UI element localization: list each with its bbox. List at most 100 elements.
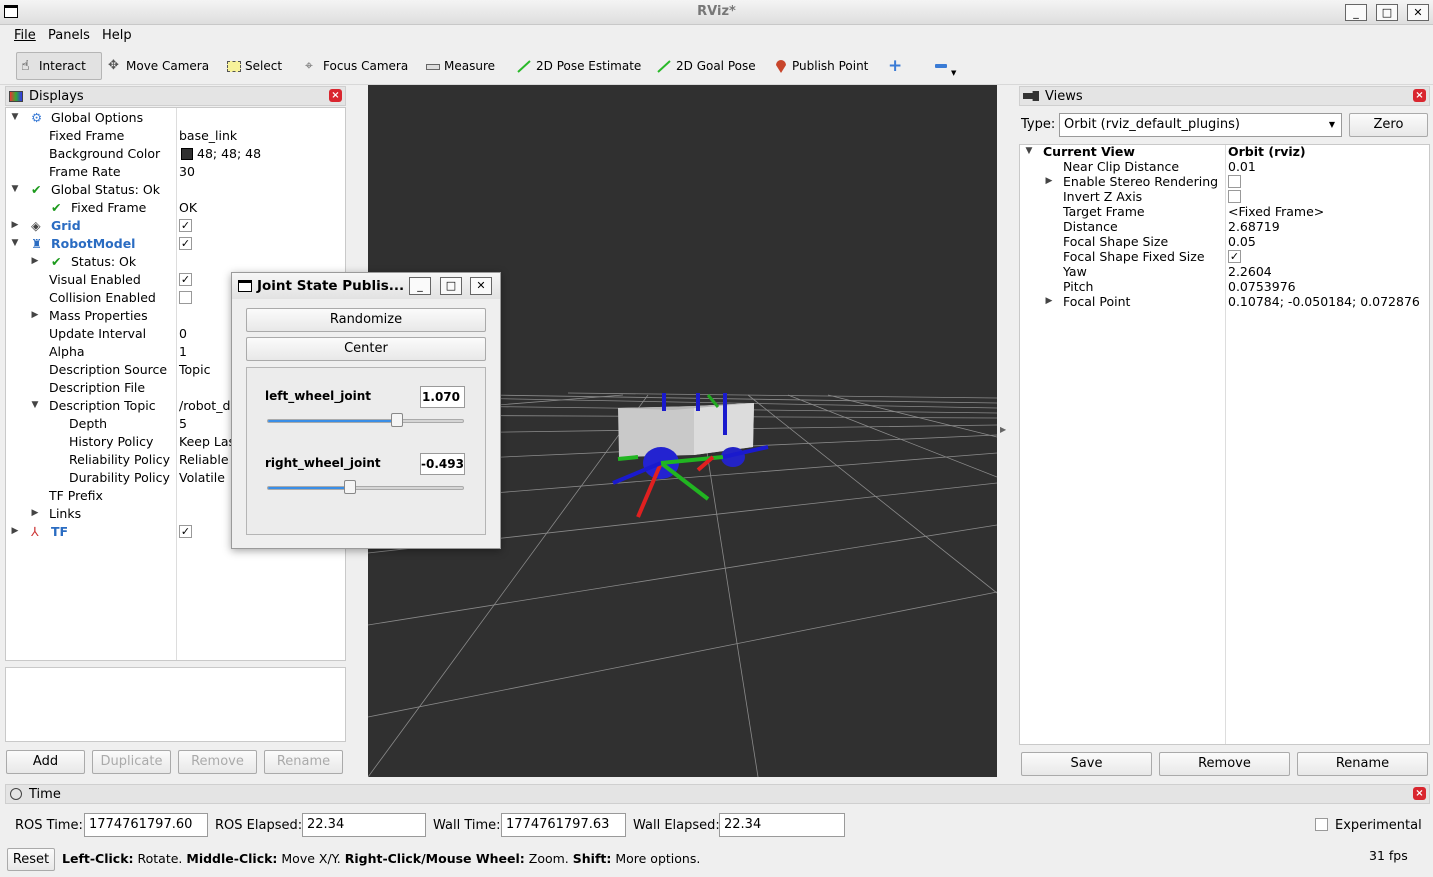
view-property-label[interactable]: Focal Shape Size — [1063, 234, 1168, 249]
close-button[interactable]: ✕ — [1407, 4, 1429, 21]
expand-arrow-icon[interactable]: ▼ — [1024, 146, 1034, 156]
display-property-label[interactable]: Description File — [49, 379, 145, 397]
wall-time-field[interactable]: 1774761797.63 — [501, 813, 626, 837]
display-property-label[interactable]: TF — [51, 523, 68, 541]
publish-point-tool[interactable]: Publish Point — [770, 52, 872, 80]
display-property-label[interactable]: RobotModel — [51, 235, 135, 253]
display-property-label[interactable]: Global Options — [51, 109, 143, 127]
randomize-button[interactable]: Randomize — [246, 308, 486, 332]
joint-slider[interactable] — [267, 413, 464, 427]
remove-tool-button[interactable]: ▼ — [931, 52, 960, 80]
display-property-label[interactable]: TF Prefix — [49, 487, 103, 505]
slider-handle[interactable] — [390, 413, 403, 427]
view-option-checkbox[interactable] — [1228, 175, 1241, 188]
expand-arrow-icon[interactable]: ▶ — [30, 310, 40, 320]
slider-handle[interactable] — [343, 480, 356, 494]
view-property-value[interactable]: <Fixed Frame> — [1228, 204, 1324, 219]
display-property-value[interactable]: 1 — [179, 343, 187, 361]
ros-time-field[interactable]: 1774761797.60 — [84, 813, 208, 837]
remove-display-button[interactable]: Remove — [178, 750, 257, 774]
view-property-label[interactable]: Focal Point — [1063, 294, 1130, 309]
enabled-checkbox[interactable]: ✓ — [179, 237, 192, 250]
view-property-label[interactable]: Invert Z Axis — [1063, 189, 1142, 204]
reset-button[interactable]: Reset — [7, 848, 55, 871]
experimental-checkbox[interactable] — [1315, 818, 1328, 831]
displays-close-icon[interactable]: × — [329, 89, 342, 102]
add-tool-button[interactable]: + — [884, 52, 906, 80]
interact-tool[interactable]: ☝ Interact — [16, 52, 102, 80]
enabled-checkbox[interactable]: ✓ — [179, 219, 192, 232]
views-tree[interactable]: ▼ Current View Orbit (rviz) Near Clip Di… — [1019, 144, 1430, 745]
view-option-checkbox[interactable]: ✓ — [1228, 250, 1241, 263]
time-close-icon[interactable]: × — [1413, 787, 1426, 800]
joint-slider[interactable] — [267, 480, 464, 494]
display-property-label[interactable]: Update Interval — [49, 325, 146, 343]
color-swatch[interactable] — [181, 148, 193, 160]
expand-arrow-icon[interactable]: ▶ — [10, 220, 20, 230]
jsp-close-button[interactable]: ✕ — [470, 277, 492, 295]
display-property-label[interactable]: Fixed Frame — [49, 127, 124, 145]
rename-view-button[interactable]: Rename — [1297, 752, 1428, 776]
move-camera-tool[interactable]: ✥ Move Camera — [104, 52, 213, 80]
expand-arrow-icon[interactable]: ▶ — [10, 526, 20, 536]
display-property-label[interactable]: Alpha — [49, 343, 85, 361]
display-property-label[interactable]: Mass Properties — [49, 307, 148, 325]
rename-display-button[interactable]: Rename — [264, 750, 343, 774]
view-property-value[interactable]: 0.05 — [1228, 234, 1256, 249]
joint-value-field[interactable]: 1.070 — [420, 386, 465, 408]
add-display-button[interactable]: Add — [6, 750, 85, 774]
view-property-label[interactable]: Enable Stereo Rendering — [1063, 174, 1218, 189]
minimize-button[interactable]: _ — [1345, 4, 1367, 21]
menu-panels[interactable]: Panels — [48, 28, 90, 43]
display-property-value[interactable]: 5 — [179, 415, 187, 433]
display-property-value[interactable]: OK — [179, 199, 197, 217]
view-type-select[interactable]: Orbit (rviz_default_plugins) ▼ — [1059, 113, 1342, 137]
display-property-value[interactable]: 30 — [179, 163, 195, 181]
view-property-label[interactable]: Near Clip Distance — [1063, 159, 1179, 174]
expand-arrow-icon[interactable]: ▶ — [1044, 176, 1054, 186]
expand-arrow-icon[interactable]: ▶ — [30, 508, 40, 518]
display-property-label[interactable]: Visual Enabled — [49, 271, 141, 289]
view-property-label[interactable]: Target Frame — [1063, 204, 1145, 219]
display-property-label[interactable]: Frame Rate — [49, 163, 121, 181]
pose-estimate-tool[interactable]: 2D Pose Estimate — [512, 52, 645, 80]
display-property-value[interactable]: Reliable — [179, 451, 229, 469]
menu-help[interactable]: Help — [102, 28, 132, 43]
enabled-checkbox[interactable]: ✓ — [179, 273, 192, 286]
display-property-value[interactable]: /robot_de — [179, 397, 238, 415]
display-property-value[interactable]: Keep Las — [179, 433, 235, 451]
select-tool[interactable]: Select — [223, 52, 286, 80]
menu-file[interactable]: File — [14, 28, 36, 43]
display-property-label[interactable]: Global Status: Ok — [51, 181, 160, 199]
expand-arrow-icon[interactable]: ▼ — [10, 112, 20, 122]
display-property-value[interactable]: base_link — [179, 127, 237, 145]
zero-button[interactable]: Zero — [1349, 113, 1428, 137]
display-property-value[interactable]: 48; 48; 48 — [197, 145, 261, 163]
display-property-label[interactable]: Links — [49, 505, 81, 523]
view-property-value[interactable]: 0.0753976 — [1228, 279, 1296, 294]
view-property-value[interactable]: 0.10784; -0.050184; 0.072876 — [1228, 294, 1420, 309]
display-property-label[interactable]: Fixed Frame — [71, 199, 146, 217]
enabled-checkbox[interactable]: ✓ — [179, 525, 192, 538]
display-property-label[interactable]: Collision Enabled — [49, 289, 156, 307]
display-property-label[interactable]: History Policy — [69, 433, 153, 451]
maximize-button[interactable]: □ — [1376, 4, 1398, 21]
expand-arrow-icon[interactable]: ▼ — [10, 184, 20, 194]
expand-arrow-icon[interactable]: ▶ — [30, 256, 40, 266]
display-property-label[interactable]: Description Topic — [49, 397, 156, 415]
collapse-right-arrow-icon[interactable]: ▶ — [1000, 425, 1006, 434]
display-property-label[interactable]: Description Source — [49, 361, 167, 379]
view-property-label[interactable]: Pitch — [1063, 279, 1093, 294]
display-property-label[interactable]: Depth — [69, 415, 107, 433]
enabled-checkbox[interactable] — [179, 291, 192, 304]
views-close-icon[interactable]: × — [1413, 89, 1426, 102]
save-view-button[interactable]: Save — [1021, 752, 1152, 776]
joint-value-field[interactable]: -0.493 — [420, 453, 465, 475]
display-property-label[interactable]: Durability Policy — [69, 469, 170, 487]
view-property-label[interactable]: Focal Shape Fixed Size — [1063, 249, 1205, 264]
remove-view-button[interactable]: Remove — [1159, 752, 1290, 776]
display-property-value[interactable]: Topic — [179, 361, 210, 379]
display-property-label[interactable]: Reliability Policy — [69, 451, 170, 469]
view-property-value[interactable]: 2.68719 — [1228, 219, 1280, 234]
jsp-minimize-button[interactable]: _ — [409, 277, 431, 295]
